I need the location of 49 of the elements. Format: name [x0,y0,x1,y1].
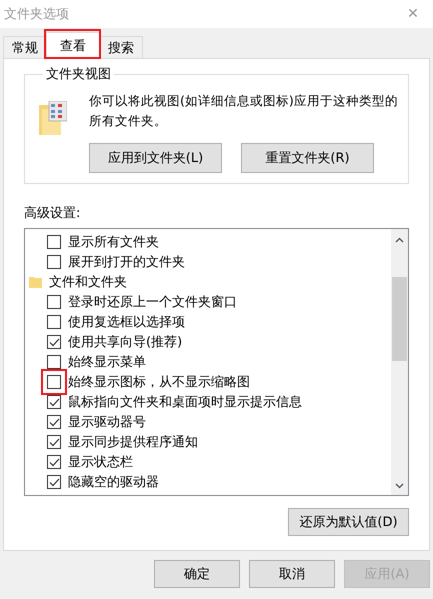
option-label: 鼠标指向文件夹和桌面项时显示提示信息 [68,394,302,411]
checkmark-icon [48,438,60,446]
checkbox[interactable] [47,435,61,449]
checkmark-icon [48,418,60,426]
checkmark-icon [48,398,60,406]
checkbox[interactable] [47,395,61,409]
folder-icon [39,101,67,135]
folder-view-button[interactable]: 重置文件夹(R) [241,143,374,173]
option-label: 显示同步提供程序通知 [68,434,198,451]
checkbox[interactable] [47,415,61,429]
option-label: 显示所有文件夹 [68,234,159,251]
checkbox[interactable] [47,375,61,389]
checkbox[interactable] [47,455,61,469]
tab[interactable]: 常规 [3,36,47,58]
dialog-button[interactable]: 确定 [154,560,240,588]
checkbox[interactable] [47,255,61,269]
group-title: 文件夹视图 [45,66,112,83]
checkbox[interactable] [47,475,61,489]
scrollbar[interactable] [391,229,408,495]
option-label: 隐藏空的驱动器 [68,474,159,491]
restore-defaults-button[interactable]: 还原为默认值(D) [288,508,409,536]
scroll-up-icon[interactable] [395,237,404,243]
option-label: 始终显示图标，从不显示缩略图 [68,374,250,391]
window-title: 文件夹选项 [4,6,69,23]
checkbox[interactable] [47,355,61,369]
option-label: 始终显示菜单 [68,354,146,371]
checkbox[interactable] [47,235,61,249]
dialog-button[interactable]: 取消 [249,560,335,588]
option-label: 展开到打开的文件夹 [68,254,185,271]
scroll-down-icon[interactable] [395,483,404,489]
description-text: 你可以将此视图(如详细信息或图标)应用于这种类型的所有文件夹。 [89,92,399,130]
option-label: 登录时还原上一个文件夹窗口 [68,294,237,311]
option-label: 使用复选框以选择项 [68,314,185,331]
checkmark-icon [48,338,60,346]
scrollbar-thumb[interactable] [392,277,407,361]
tab[interactable]: 查看 [46,32,100,59]
tab[interactable]: 搜索 [99,36,143,58]
section-label: 高级设置: [24,205,82,222]
checkbox[interactable] [47,295,61,309]
category-label: 文件和文件夹 [49,274,127,291]
option-label: 使用共享向导(推荐) [68,334,182,351]
checkmark-icon [48,458,60,466]
checkmark-icon [48,478,60,486]
checkbox[interactable] [47,315,61,329]
folder-view-button[interactable]: 应用到文件夹(L) [89,143,222,173]
option-label: 显示驱动器号 [68,414,146,431]
checkbox[interactable] [47,335,61,349]
folder-icon [29,276,42,288]
option-label: 显示状态栏 [68,454,133,471]
